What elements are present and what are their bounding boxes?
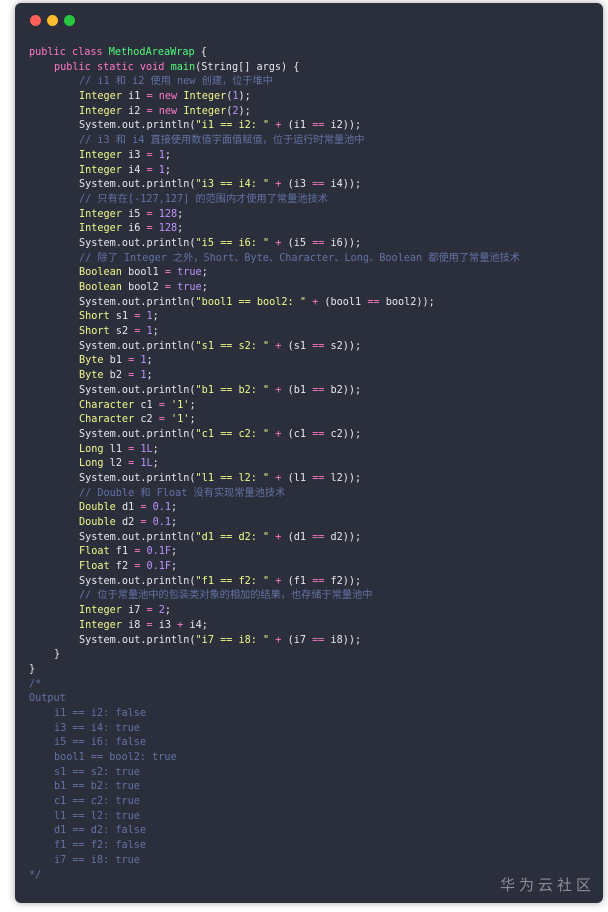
output-line: l1 == l2: true: [54, 810, 140, 822]
code-window: public class MethodAreaWrap { public sta…: [15, 3, 603, 903]
output-line: i7 == i8: true: [54, 854, 140, 866]
code-line: Character c2 = '1';: [79, 414, 196, 426]
code-line: System.out.println("f1 == f2: " + (f1 ==…: [79, 575, 362, 587]
output-line: i3 == i4: true: [54, 722, 140, 734]
code-line: Integer i8 = i3 + i4;: [79, 619, 208, 631]
window-controls: [30, 15, 75, 26]
code-line: Boolean bool2 = true;: [79, 282, 208, 293]
code-line: Long l1 = 1L;: [79, 443, 159, 455]
code-line: Integer i2 = new Integer(2);: [79, 105, 251, 117]
code-line: Integer i6 = 128;: [79, 223, 184, 235]
code-brace: }: [29, 663, 36, 675]
output-line: bool1 == bool2: true: [54, 752, 177, 763]
output-line: i5 == i6: false: [54, 737, 147, 749]
code-line: public static void main(String[] args) {: [54, 61, 300, 73]
code-line: System.out.println("b1 == b2: " + (b1 ==…: [79, 384, 362, 396]
minimize-dot-icon[interactable]: [47, 15, 58, 26]
code-line: Character c1 = '1';: [79, 399, 196, 411]
code-line: Integer i1 = new Integer(1);: [79, 91, 251, 103]
code-line: Integer i7 = 2;: [79, 605, 172, 617]
code-line: System.out.println("l1 == l2: " + (l1 ==…: [79, 472, 362, 484]
code-comment: /*: [29, 678, 42, 690]
output-line: i1 == i2: false: [54, 707, 147, 719]
code-line: Short s1 = 1;: [79, 311, 159, 323]
code-line: System.out.println("s1 == s2: " + (s1 ==…: [79, 340, 362, 352]
output-label: Output: [29, 693, 66, 705]
code-line: Integer i5 = 128;: [79, 208, 184, 220]
code-line: Float f2 = 0.1F;: [79, 561, 178, 573]
code-line: System.out.println("i3 == i4: " + (i3 ==…: [79, 179, 362, 191]
watermark: 华为云社区: [499, 876, 595, 894]
code-line: Integer i4 = 1;: [79, 164, 172, 176]
code-line: System.out.println("c1 == c2: " + (c1 ==…: [79, 428, 362, 440]
code-comment: // 除了 Integer 之外，Short、Byte、Character、Lo…: [79, 252, 520, 264]
code-line: public class MethodAreaWrap {: [29, 47, 207, 58]
code-line: Byte b2 = 1;: [79, 370, 153, 382]
code-line: System.out.println("i1 == i2: " + (i1 ==…: [79, 120, 362, 132]
output-line: s1 == s2: true: [54, 766, 140, 778]
code-line: Boolean bool1 = true;: [79, 267, 208, 279]
code-line: Float f1 = 0.1F;: [79, 546, 178, 558]
code-comment: // i3 和 i4 直接使用数值字面值赋值，位于运行时常量池中: [79, 135, 365, 147]
output-line: d1 == d2: false: [54, 825, 147, 837]
code-comment: // i1 和 i2 使用 new 创建，位于堆中: [79, 76, 273, 88]
code-line: System.out.println("i7 == i8: " + (i7 ==…: [79, 634, 362, 646]
code-line: Byte b1 = 1;: [79, 355, 153, 367]
output-line: c1 == c2: true: [54, 796, 140, 808]
code-line: Long l2 = 1L;: [79, 458, 159, 470]
code-line: System.out.println("bool1 == bool2: " + …: [79, 296, 435, 308]
code-line: Short s2 = 1;: [79, 326, 159, 338]
code-comment: // 只有在[-127,127] 的范围内才使用了常量池技术: [79, 193, 328, 205]
output-line: b1 == b2: true: [54, 781, 140, 793]
code-line: Double d1 = 0.1;: [79, 502, 178, 514]
code-comment: // Double 和 Float 没有实现常量池技术: [79, 487, 286, 499]
output-line: f1 == f2: false: [54, 840, 147, 852]
code-brace: }: [54, 649, 61, 661]
code-line: System.out.println("i5 == i6: " + (i5 ==…: [79, 237, 362, 249]
code-comment: // 位于常量池中的包装类对象的相加的结果，也存储于常量池中: [79, 590, 373, 602]
code-line: Double d2 = 0.1;: [79, 517, 178, 528]
code-line: System.out.println("d1 == d2: " + (d1 ==…: [79, 531, 362, 543]
close-dot-icon[interactable]: [30, 15, 41, 26]
zoom-dot-icon[interactable]: [64, 15, 75, 26]
code-line: Integer i3 = 1;: [79, 149, 172, 161]
code-block: public class MethodAreaWrap { public sta…: [29, 46, 595, 883]
